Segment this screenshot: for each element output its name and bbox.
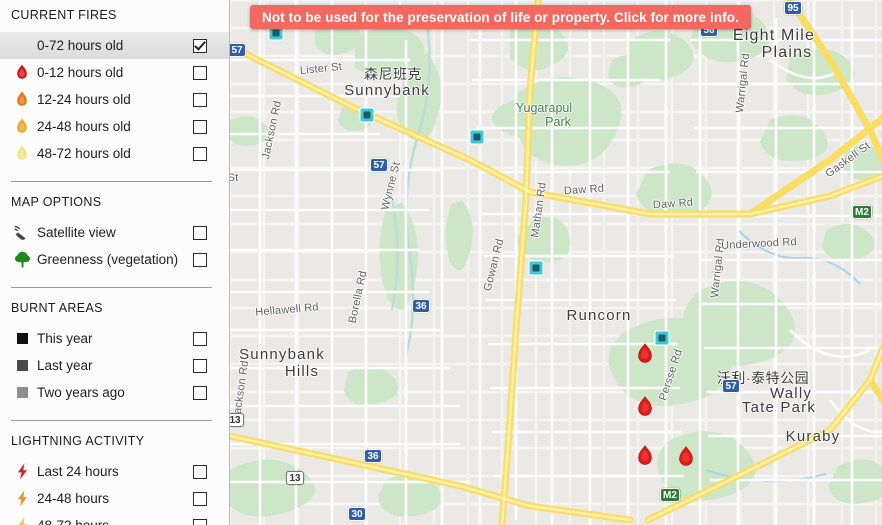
layer-row-burnt-areas-0[interactable]: This year bbox=[0, 325, 229, 352]
map-route-shield[interactable]: M2 bbox=[852, 205, 872, 219]
layer-checkbox[interactable] bbox=[193, 518, 207, 525]
layer-checkbox[interactable] bbox=[193, 146, 207, 161]
layer-label: 24-48 hours bbox=[37, 491, 110, 506]
map-route-shield[interactable]: 57 bbox=[370, 158, 388, 172]
layer-row-burnt-areas-1[interactable]: Last year bbox=[0, 352, 229, 379]
square-icon bbox=[11, 328, 33, 350]
no-icon bbox=[11, 35, 33, 57]
fire-map-application: CURRENT FIRES 0-72 hours old 0-12 hours ol… bbox=[0, 0, 882, 525]
layer-label: Two years ago bbox=[37, 385, 125, 400]
map-route-shield[interactable]: 57 bbox=[230, 43, 246, 57]
layer-row-map-options-0[interactable]: Satellite view bbox=[0, 219, 229, 246]
layer-label: 24-48 hours old bbox=[37, 119, 131, 134]
fire-marker[interactable] bbox=[637, 343, 653, 365]
section-title-current-fires: CURRENT FIRES bbox=[11, 8, 117, 22]
layer-row-current-fires-0[interactable]: 0-72 hours old bbox=[0, 32, 229, 59]
layer-row-burnt-areas-2[interactable]: Two years ago bbox=[0, 379, 229, 406]
section-title-burnt-areas: BURNT AREAS bbox=[11, 301, 103, 315]
bolt-yellow-icon bbox=[11, 515, 33, 525]
layer-row-lightning-activity-2[interactable]: 48-72 hours bbox=[0, 512, 229, 525]
satellite-dish-icon bbox=[11, 222, 33, 244]
fire-marker[interactable] bbox=[637, 396, 653, 418]
layer-label: Last year bbox=[37, 358, 93, 373]
layer-checkbox[interactable] bbox=[193, 358, 207, 373]
layer-checkbox[interactable] bbox=[193, 119, 207, 134]
layer-checkbox[interactable] bbox=[193, 65, 207, 80]
map-basemap bbox=[230, 0, 882, 525]
map-warning-banner[interactable]: Not to be used for the preservation of l… bbox=[250, 5, 752, 29]
section-title-map-options: MAP OPTIONS bbox=[11, 195, 102, 209]
layer-checkbox[interactable] bbox=[193, 385, 207, 400]
flame-red-icon bbox=[11, 62, 33, 84]
flame-gold-icon bbox=[11, 116, 33, 138]
layer-checkbox[interactable] bbox=[193, 225, 207, 240]
layer-row-lightning-activity-1[interactable]: 24-48 hours bbox=[0, 485, 229, 512]
map-route-shield[interactable]: 95 bbox=[784, 1, 802, 15]
flame-yellow-icon bbox=[11, 143, 33, 165]
layer-checkbox[interactable] bbox=[193, 252, 207, 267]
layer-checkbox[interactable] bbox=[193, 38, 207, 53]
layer-label: Last 24 hours bbox=[37, 464, 119, 479]
layers-sidebar: CURRENT FIRES 0-72 hours old 0-12 hours ol… bbox=[0, 0, 229, 525]
section-title-lightning-activity: LIGHTNING ACTIVITY bbox=[11, 434, 145, 448]
transit-station-icon[interactable] bbox=[528, 260, 544, 276]
map-route-shield[interactable]: 36 bbox=[364, 449, 382, 463]
layer-row-current-fires-1[interactable]: 0-12 hours old bbox=[0, 59, 229, 86]
map-route-shield[interactable]: 30 bbox=[348, 507, 366, 521]
transit-station-icon[interactable] bbox=[654, 330, 670, 346]
layer-row-current-fires-3[interactable]: 24-48 hours old bbox=[0, 113, 229, 140]
layer-label: 12-24 hours old bbox=[37, 92, 131, 107]
map-route-shield[interactable]: 13 bbox=[230, 413, 244, 427]
layer-checkbox[interactable] bbox=[193, 331, 207, 346]
layer-label: 48-72 hours old bbox=[37, 146, 131, 161]
transit-station-icon[interactable] bbox=[359, 107, 375, 123]
layer-label: 0-72 hours old bbox=[37, 38, 124, 53]
map-route-shield[interactable]: 13 bbox=[286, 471, 304, 485]
layer-row-current-fires-4[interactable]: 48-72 hours old bbox=[0, 140, 229, 167]
layer-label: 48-72 hours bbox=[33, 518, 193, 525]
square-icon bbox=[11, 355, 33, 377]
square-icon bbox=[11, 382, 33, 404]
bolt-red-icon bbox=[11, 461, 33, 483]
map-route-shield[interactable]: 57 bbox=[722, 379, 740, 393]
layer-checkbox[interactable] bbox=[193, 491, 207, 506]
layer-row-current-fires-2[interactable]: 12-24 hours old bbox=[0, 86, 229, 113]
map-route-shield[interactable]: M2 bbox=[660, 488, 680, 502]
layer-label: This year bbox=[37, 331, 93, 346]
map-canvas[interactable]: Not to be used for the preservation of l… bbox=[229, 0, 882, 525]
layer-checkbox[interactable] bbox=[193, 92, 207, 107]
transit-station-icon[interactable] bbox=[469, 129, 485, 145]
layer-label: Satellite view bbox=[37, 225, 116, 240]
fire-marker[interactable] bbox=[637, 445, 653, 467]
layer-label: 0-12 hours old bbox=[37, 65, 124, 80]
layer-checkbox[interactable] bbox=[193, 464, 207, 479]
flame-orange-icon bbox=[11, 89, 33, 111]
tree-icon bbox=[11, 249, 33, 271]
layer-label: Greenness (vegetation) bbox=[37, 252, 179, 267]
layer-row-map-options-1[interactable]: Greenness (vegetation) bbox=[0, 246, 229, 273]
layer-row-lightning-activity-0[interactable]: Last 24 hours bbox=[0, 458, 229, 485]
fire-marker[interactable] bbox=[678, 446, 694, 468]
bolt-orange-icon bbox=[11, 488, 33, 510]
map-route-shield[interactable]: 36 bbox=[412, 299, 430, 313]
